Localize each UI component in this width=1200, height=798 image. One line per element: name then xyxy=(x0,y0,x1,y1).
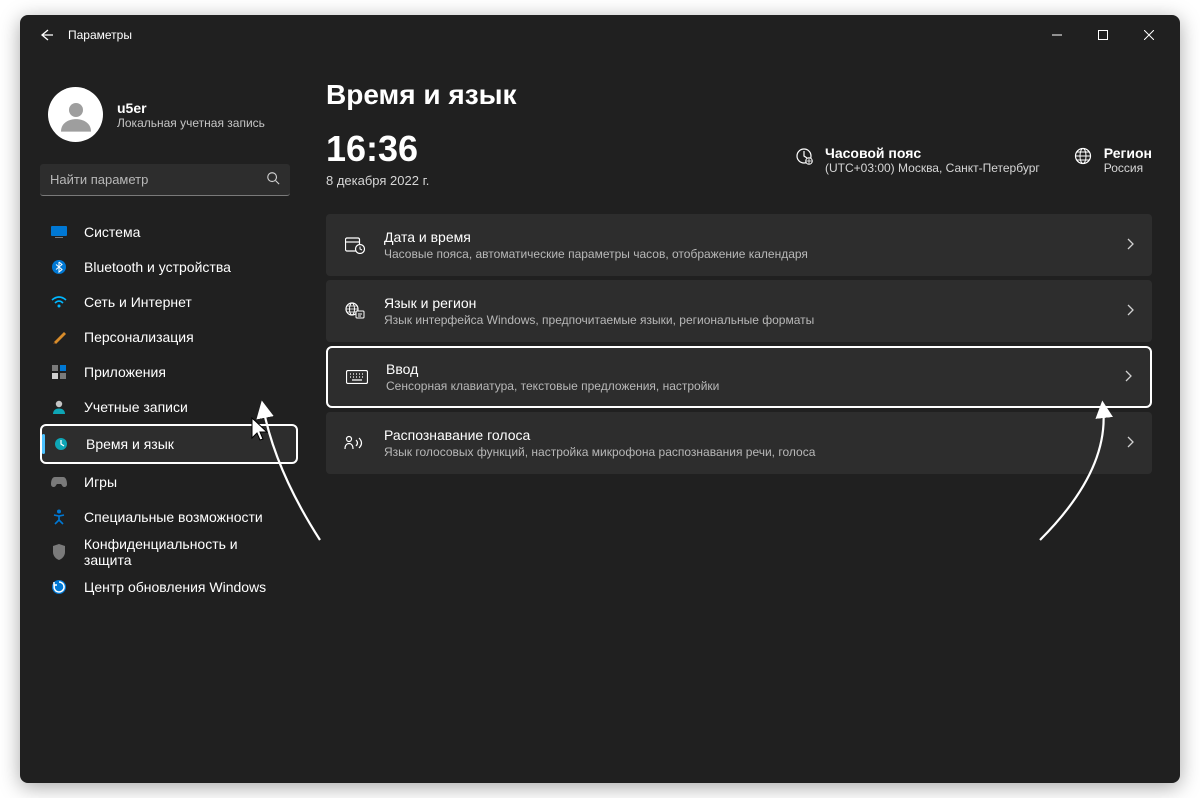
card-sub: Сенсорная клавиатура, текстовые предложе… xyxy=(386,379,1106,393)
chevron-right-icon xyxy=(1126,436,1134,451)
nav-accessibility[interactable]: Специальные возможности xyxy=(40,499,298,534)
card-list: Дата и время Часовые пояса, автоматическ… xyxy=(326,214,1152,474)
minimize-button[interactable] xyxy=(1034,19,1080,51)
user-name: u5er xyxy=(117,100,265,116)
language-globe-icon xyxy=(344,302,366,320)
settings-window: Параметры u5er xyxy=(20,15,1180,783)
timezone-info[interactable]: Часовой пояс (UTC+03:00) Москва, Санкт-П… xyxy=(795,145,1040,175)
minimize-icon xyxy=(1052,30,1062,40)
card-speech[interactable]: Распознавание голоса Язык голосовых функ… xyxy=(326,412,1152,474)
nav-apps[interactable]: Приложения xyxy=(40,354,298,389)
search-icon xyxy=(266,171,280,188)
maximize-button[interactable] xyxy=(1080,19,1126,51)
user-avatar-icon xyxy=(56,95,96,135)
card-title: Распознавание голоса xyxy=(384,427,1108,443)
close-icon xyxy=(1144,30,1154,40)
nav-personalization[interactable]: Персонализация xyxy=(40,319,298,354)
nav-label: Специальные возможности xyxy=(84,509,263,525)
search-box[interactable] xyxy=(40,164,290,196)
hero-row: 16:36 8 декабря 2022 г. Часовой пояс (UT… xyxy=(326,131,1152,188)
keyboard-icon xyxy=(346,370,368,384)
nav-network[interactable]: Сеть и Интернет xyxy=(40,284,298,319)
clock-time: 16:36 xyxy=(326,131,429,167)
nav-label: Персонализация xyxy=(84,329,194,345)
window-controls xyxy=(1034,19,1172,51)
cursor-pointer-icon xyxy=(250,416,270,447)
region-info[interactable]: Регион Россия xyxy=(1074,145,1152,175)
accessibility-icon xyxy=(50,508,68,526)
card-sub: Часовые пояса, автоматические параметры … xyxy=(384,247,1108,261)
timezone-value: (UTC+03:00) Москва, Санкт-Петербург xyxy=(825,161,1040,175)
back-arrow-icon xyxy=(38,27,54,43)
nav-bluetooth[interactable]: Bluetooth и устройства xyxy=(40,249,298,284)
speech-icon xyxy=(344,435,366,451)
user-subtitle: Локальная учетная запись xyxy=(117,116,265,130)
card-language-region[interactable]: Язык и регион Язык интерфейса Windows, п… xyxy=(326,280,1152,342)
paintbrush-icon xyxy=(50,328,68,346)
card-title: Ввод xyxy=(386,361,1106,377)
card-title: Дата и время xyxy=(384,229,1108,245)
nav-label: Игры xyxy=(84,474,117,490)
hero-right: Часовой пояс (UTC+03:00) Москва, Санкт-П… xyxy=(795,145,1152,175)
card-sub: Язык интерфейса Windows, предпочитаемые … xyxy=(384,313,1108,327)
window-title: Параметры xyxy=(68,28,132,42)
apps-icon xyxy=(50,363,68,381)
region-value: Россия xyxy=(1104,161,1152,175)
nav-label: Время и язык xyxy=(86,436,174,452)
globe-icon xyxy=(1074,147,1092,170)
nav-label: Bluetooth и устройства xyxy=(84,259,231,275)
nav-label: Центр обновления Windows xyxy=(84,579,266,595)
nav-windows-update[interactable]: Центр обновления Windows xyxy=(40,569,298,604)
account-icon xyxy=(50,398,68,416)
bluetooth-icon xyxy=(50,258,68,276)
card-typing[interactable]: Ввод Сенсорная клавиатура, текстовые пре… xyxy=(326,346,1152,408)
clock-date: 8 декабря 2022 г. xyxy=(326,173,429,188)
card-date-time[interactable]: Дата и время Часовые пояса, автоматическ… xyxy=(326,214,1152,276)
nav-gaming[interactable]: Игры xyxy=(40,464,298,499)
nav-label: Конфиденциальность и защита xyxy=(84,536,288,568)
nav-label: Сеть и Интернет xyxy=(84,294,192,310)
titlebar: Параметры xyxy=(20,15,1180,55)
nav-label: Учетные записи xyxy=(84,399,188,415)
shield-icon xyxy=(50,543,68,561)
avatar xyxy=(48,87,103,142)
timezone-label: Часовой пояс xyxy=(825,145,1040,161)
wifi-icon xyxy=(50,293,68,311)
nav-list: Система Bluetooth и устройства Сеть и Ин… xyxy=(40,214,298,604)
nav-label: Приложения xyxy=(84,364,166,380)
search-input[interactable] xyxy=(50,172,266,187)
content-area: u5er Локальная учетная запись Система Bl… xyxy=(20,55,1180,783)
page-title: Время и язык xyxy=(326,79,1152,111)
clock-block: 16:36 8 декабря 2022 г. xyxy=(326,131,429,188)
nav-label: Система xyxy=(84,224,140,240)
card-title: Язык и регион xyxy=(384,295,1108,311)
chevron-right-icon xyxy=(1124,370,1132,385)
calendar-clock-icon xyxy=(344,236,366,254)
nav-privacy[interactable]: Конфиденциальность и защита xyxy=(40,534,298,569)
update-icon xyxy=(50,578,68,596)
maximize-icon xyxy=(1098,30,1108,40)
close-button[interactable] xyxy=(1126,19,1172,51)
region-label: Регион xyxy=(1104,145,1152,161)
timezone-icon xyxy=(795,147,813,170)
clock-globe-icon xyxy=(52,435,70,453)
card-sub: Язык голосовых функций, настройка микроф… xyxy=(384,445,1108,459)
chevron-right-icon xyxy=(1126,304,1134,319)
gamepad-icon xyxy=(50,473,68,491)
back-button[interactable] xyxy=(28,17,64,53)
system-icon xyxy=(50,223,68,241)
user-profile[interactable]: u5er Локальная учетная запись xyxy=(48,87,298,142)
nav-system[interactable]: Система xyxy=(40,214,298,249)
chevron-right-icon xyxy=(1126,238,1134,253)
main-panel: Время и язык 16:36 8 декабря 2022 г. Час… xyxy=(310,55,1180,783)
